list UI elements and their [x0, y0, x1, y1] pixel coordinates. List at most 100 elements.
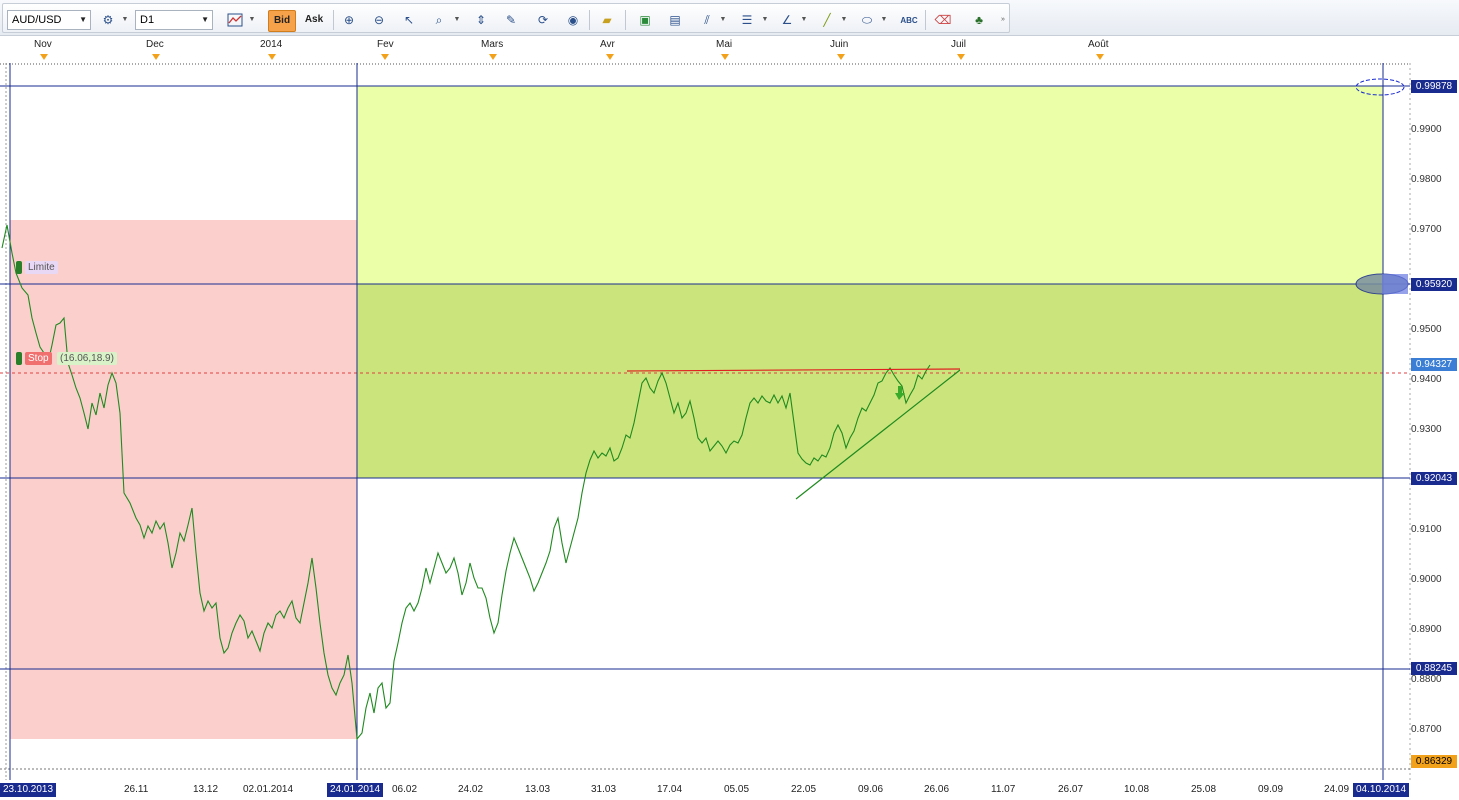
chevron-down-icon[interactable]: ▼	[453, 10, 461, 30]
month-marker	[40, 54, 48, 60]
date-tick: 25.08	[1191, 784, 1217, 795]
timeframe-value: D1	[140, 14, 155, 26]
month-label: Avr	[600, 39, 615, 50]
text-icon[interactable]: ABC	[899, 10, 919, 30]
price-box-bottom: 0.86329	[1411, 755, 1457, 768]
line-icon[interactable]: ╱	[817, 10, 837, 30]
date-tick: 17.04	[657, 784, 683, 795]
bid-button[interactable]: Bid	[268, 10, 296, 32]
month-label: Nov	[34, 39, 52, 50]
chevron-down-icon[interactable]: ▼	[719, 10, 727, 30]
toolbar-divider	[925, 10, 926, 30]
chevron-down-icon[interactable]: ▼	[761, 10, 769, 30]
limit-tag[interactable]: Limite	[25, 261, 58, 274]
month-marker	[606, 54, 614, 60]
globe-icon[interactable]: ◉	[563, 10, 583, 30]
date-tick: 13.03	[525, 784, 551, 795]
autoscroll-icon[interactable]: ⇕	[471, 10, 491, 30]
price-tick: 0.9100	[1411, 524, 1442, 535]
date-tick: 13.12	[193, 784, 219, 795]
month-marker	[1096, 54, 1104, 60]
date-tick: 09.06	[858, 784, 884, 795]
sync-icon[interactable]: ⟳	[533, 10, 553, 30]
channel-icon[interactable]: ∠	[777, 10, 797, 30]
toolbar-divider	[589, 10, 590, 30]
chevron-down-icon[interactable]: ▼	[121, 10, 129, 30]
toolbar-overflow-icon[interactable]: »	[999, 10, 1007, 30]
price-tick: 0.9400	[1411, 374, 1442, 385]
month-label: Juil	[951, 39, 967, 50]
edit-icon[interactable]: ✎	[501, 10, 521, 30]
price-tick: 0.9500	[1411, 324, 1442, 335]
price-box-low: 0.88245	[1411, 662, 1457, 675]
price-tick: 0.8800	[1411, 674, 1442, 685]
chevron-down-icon[interactable]: ▼	[248, 10, 256, 30]
date-tick: 31.03	[591, 784, 617, 795]
zoom-box-icon[interactable]: ⌕	[429, 10, 449, 30]
date-tick: 11.07	[991, 784, 1016, 795]
month-label: Août	[1088, 39, 1109, 50]
toolbar: AUD/USD ▼ ⚙ ▼ D1 ▼ ▼ Bid Ask ⊕ ⊖ ↖ ⌕ ▼ ⇕…	[0, 0, 1459, 36]
toolbar-divider	[625, 10, 626, 30]
levels-icon[interactable]: ☰	[737, 10, 757, 30]
month-marker	[489, 54, 497, 60]
zoom-out-icon[interactable]: ⊖	[369, 10, 389, 30]
date-tick: 26.07	[1058, 784, 1084, 795]
month-label: Mars	[481, 39, 504, 50]
ellipse-icon[interactable]: ⬭	[857, 10, 877, 30]
month-marker	[957, 54, 965, 60]
month-marker	[837, 54, 845, 60]
bid-label: Bid	[273, 15, 291, 26]
stop-values-tag: (16.06,18.9)	[57, 352, 117, 365]
chevron-down-icon: ▼	[79, 15, 87, 24]
month-axis: Nov Dec 2014 Fev Mars Avr Mai Juin Juil …	[0, 37, 1459, 63]
chevron-down-icon[interactable]: ▼	[800, 10, 808, 30]
date-end-box: 04.10.2014	[1353, 783, 1410, 797]
month-label: 2014	[260, 39, 283, 50]
date-tick: 06.02	[392, 784, 418, 795]
ruler-icon[interactable]: ▰	[597, 10, 617, 30]
chevron-down-icon[interactable]: ▼	[840, 10, 848, 30]
month-marker	[152, 54, 160, 60]
indicator-icon[interactable]: ⚙	[98, 10, 118, 30]
price-tick: 0.8900	[1411, 624, 1442, 635]
profit-zone-dark	[357, 284, 1383, 478]
ask-button[interactable]: Ask	[301, 10, 327, 32]
date-tick: 09.09	[1258, 784, 1284, 795]
price-tick: 0.9000	[1411, 574, 1442, 585]
month-marker	[268, 54, 276, 60]
template-icon[interactable]: ▤	[665, 10, 685, 30]
price-box-current: 0.94327	[1411, 358, 1457, 371]
upper-ellipse-fill	[1382, 274, 1408, 294]
symbol-value: AUD/USD	[12, 14, 62, 26]
stop-tag[interactable]: Stop	[25, 352, 52, 365]
chevron-down-icon[interactable]: ▼	[880, 10, 888, 30]
date-tick: 24.02	[458, 784, 484, 795]
profit-zone-light	[357, 86, 1383, 284]
price-tick: 0.8700	[1411, 724, 1442, 735]
symbol-select[interactable]: AUD/USD ▼	[7, 10, 91, 30]
date-tick: 22.05	[791, 784, 817, 795]
date-start-box: 23.10.2013	[0, 783, 57, 797]
date-marked-box: 24.01.2014	[327, 783, 384, 797]
stop-handle[interactable]	[16, 352, 22, 365]
zoom-in-icon[interactable]: ⊕	[339, 10, 359, 30]
objects-icon[interactable]: ♣	[969, 10, 989, 30]
limit-handle[interactable]	[16, 261, 22, 274]
eraser-icon[interactable]: ⌫	[933, 10, 953, 30]
price-tick: 0.9900	[1411, 124, 1442, 135]
date-tick: 05.05	[724, 784, 750, 795]
month-label: Dec	[146, 39, 164, 50]
image-icon[interactable]: ▣	[635, 10, 655, 30]
timeframe-select[interactable]: D1 ▼	[135, 10, 213, 30]
chart-area[interactable]: Limite Stop (16.06,18.9) 0.9900 0.9800 0…	[0, 63, 1459, 780]
date-axis: 23.10.2013 26.11 13.12 02.01.2014 24.01.…	[0, 781, 1459, 800]
chart-type-icon[interactable]	[225, 10, 245, 30]
price-tick: 0.9300	[1411, 424, 1442, 435]
fibonacci-icon[interactable]: ⫽	[697, 10, 717, 30]
date-tick: 10.08	[1124, 784, 1150, 795]
ask-label: Ask	[304, 14, 324, 25]
cursor-icon[interactable]: ↖	[399, 10, 419, 30]
price-chart[interactable]	[0, 63, 1459, 780]
price-tick: 0.9700	[1411, 224, 1442, 235]
